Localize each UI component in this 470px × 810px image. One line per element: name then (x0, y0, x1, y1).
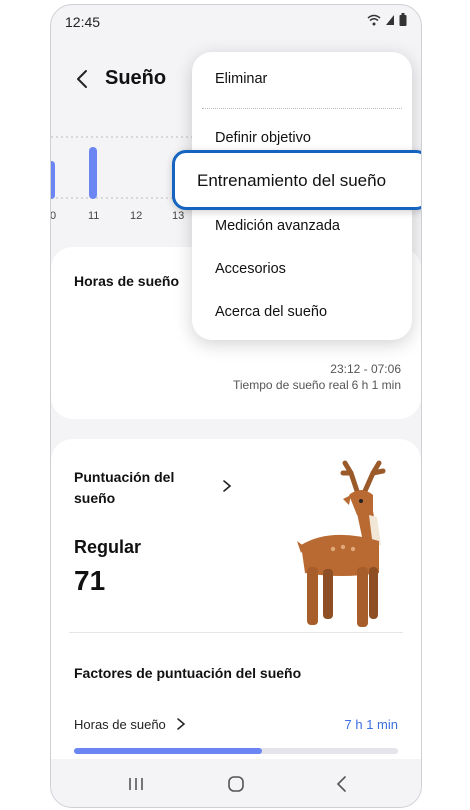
real-sleep-label: Tiempo de sueño real (233, 378, 349, 392)
divider (69, 632, 403, 633)
chart-bar (51, 161, 55, 199)
back-icon[interactable] (71, 67, 95, 91)
chevron-right-icon[interactable] (221, 479, 233, 493)
factor-progress-fill (74, 748, 262, 754)
chart-tick-label: 12 (130, 210, 143, 222)
sleep-hours-title: Horas de sueño (74, 273, 180, 289)
chart-bar (89, 147, 97, 199)
phone-screen: 12:45 Sueño 0 11 12 13 Horas de sueño 23… (50, 4, 422, 808)
wifi-icon (367, 14, 381, 25)
menu-item-accesorios[interactable]: Accesorios (215, 261, 286, 277)
sleep-score-title-line1: Puntuación del (74, 469, 175, 485)
chevron-right-icon[interactable] (176, 718, 186, 730)
chart-tick-label: 0 (50, 210, 57, 222)
menu-item-eliminar[interactable]: Eliminar (215, 71, 267, 87)
chart-tick-label: 13 (172, 210, 185, 222)
factor-value: 7 h 1 min (344, 717, 398, 732)
real-sleep-value: 6 h 1 min (351, 378, 401, 392)
navigation-bar (51, 759, 421, 807)
system-icons (367, 13, 407, 26)
menu-item-definir-objetivo[interactable]: Definir objetivo (215, 130, 311, 146)
deer-antlers (340, 460, 386, 494)
sleep-score-card[interactable]: Puntuación del sueño Regular 71 Factores… (51, 439, 421, 799)
menu-divider (202, 108, 402, 109)
sleep-score-rating: Regular (74, 537, 142, 557)
page-title: Sueño (105, 67, 167, 89)
sleep-time-range: 23:12 - 07:06 (330, 362, 401, 376)
recent-apps-icon[interactable] (123, 771, 149, 797)
sleep-score-value: 71 (74, 565, 106, 596)
factor-progress-track (74, 748, 398, 754)
chart-tick-label: 11 (88, 210, 100, 222)
menu-item-entrenamiento-label: Entrenamiento del sueño (197, 171, 387, 190)
factor-label[interactable]: Horas de sueño (74, 717, 166, 732)
home-icon[interactable] (223, 771, 249, 797)
signal-icon (386, 14, 394, 25)
status-time: 12:45 (65, 14, 101, 30)
nav-back-icon[interactable] (329, 771, 355, 797)
menu-item-entrenamiento-highlighted[interactable]: Entrenamiento del sueño (172, 150, 421, 210)
sleep-score-title-line2: sueño (74, 490, 116, 506)
deer-illustration (297, 460, 386, 627)
factors-title: Factores de puntuación del sueño (74, 665, 302, 681)
menu-item-acerca-del-sueno[interactable]: Acerca del sueño (215, 304, 327, 320)
status-bar: 12:45 (51, 5, 421, 35)
menu-item-medicion-avanzada[interactable]: Medición avanzada (215, 218, 340, 234)
battery-icon (399, 13, 407, 26)
